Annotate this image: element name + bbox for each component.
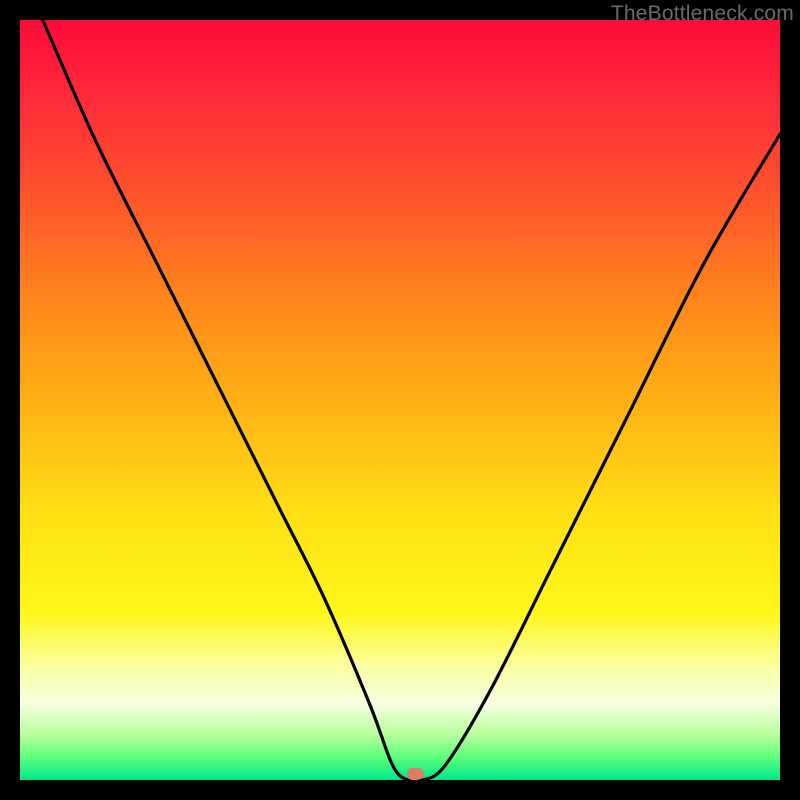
plot-area: [20, 20, 780, 780]
bottleneck-curve: [20, 20, 780, 780]
curve-path: [43, 20, 780, 780]
chart-canvas: TheBottleneck.com: [0, 0, 800, 800]
watermark-label: TheBottleneck.com: [611, 2, 794, 26]
